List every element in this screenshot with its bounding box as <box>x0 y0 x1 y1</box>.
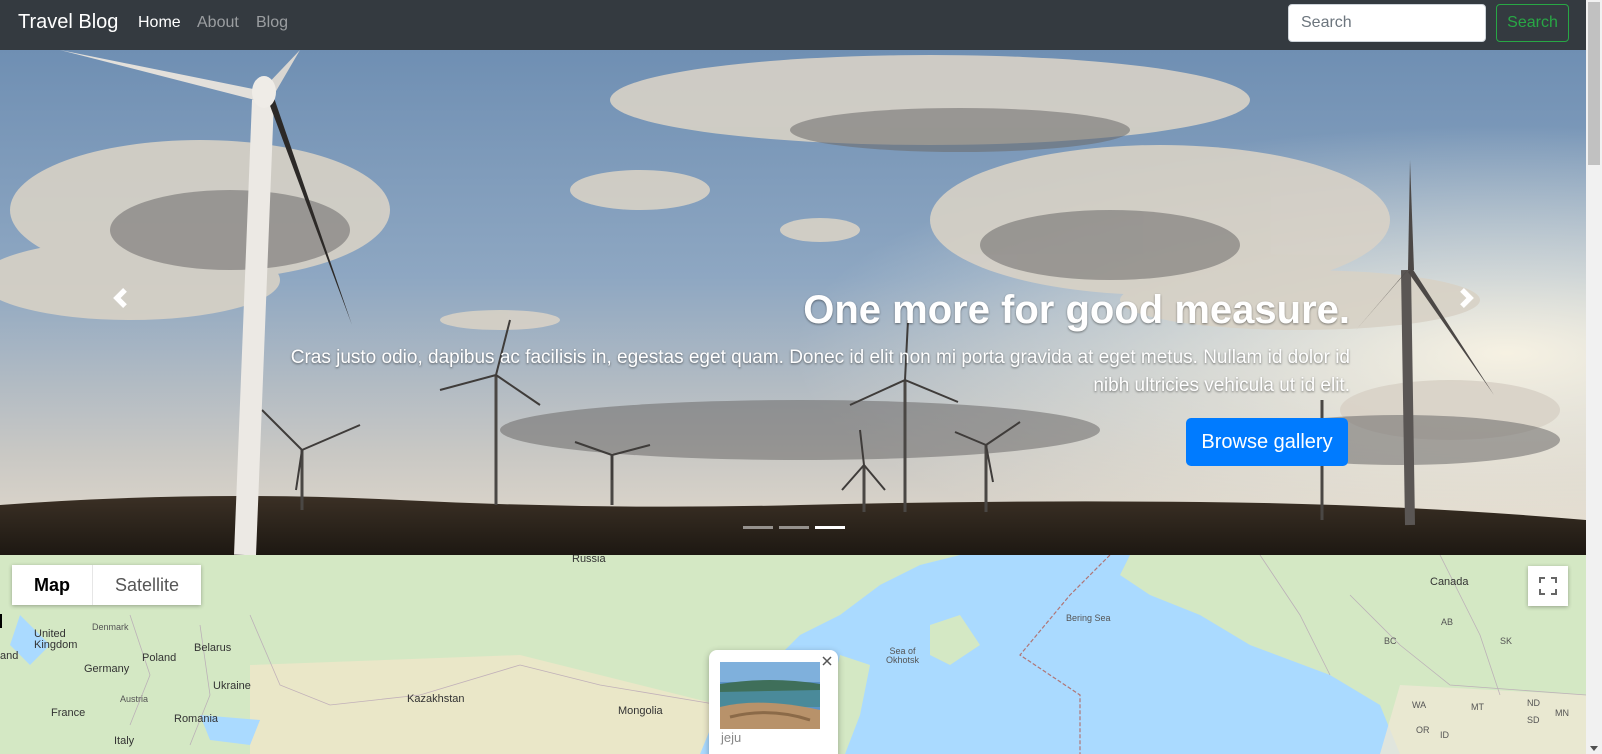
search-button[interactable]: Search <box>1496 4 1569 42</box>
map-label-canada: Canada <box>1430 576 1469 588</box>
map-label-land: and <box>0 650 19 662</box>
carousel-prev-button[interactable] <box>90 270 150 330</box>
hero-carousel: One more for good measure. Cras justo od… <box>0 50 1586 555</box>
search-input[interactable] <box>1288 4 1486 42</box>
map-type-map-button[interactable]: Map <box>12 565 92 605</box>
map-label-mt: MT <box>1471 702 1484 712</box>
fullscreen-icon <box>1539 577 1557 595</box>
map-label-id: ID <box>1440 730 1449 740</box>
map-label-kazakhstan: Kazakhstan <box>407 693 465 705</box>
map-label-belarus: Belarus <box>194 642 232 654</box>
map-type-satellite-button[interactable]: Satellite <box>93 565 201 605</box>
map-label-nd: ND <box>1527 698 1540 708</box>
chevron-left-icon <box>113 288 127 308</box>
nav-link-blog[interactable]: Blog <box>256 14 288 32</box>
map-label-ab: AB <box>1441 617 1454 627</box>
map-label-mn: MN <box>1555 708 1569 718</box>
map-label-russia: Russia <box>572 555 606 565</box>
jeju-thumbnail[interactable] <box>720 662 820 729</box>
close-icon[interactable] <box>822 656 832 666</box>
map-label-or: OR <box>1416 725 1430 735</box>
map-type-control: Map Satellite <box>12 565 202 605</box>
google-map[interactable]: Russia Canada United Kingdom Denmark Pola… <box>0 555 1586 754</box>
info-window-label: jeju <box>721 730 742 745</box>
page-edge-marker <box>0 614 2 628</box>
carousel-caption-text: Cras justo odio, dapibus ac facilisis in… <box>290 347 1350 396</box>
carousel-indicator-1[interactable] <box>743 526 773 529</box>
map-label-poland: Poland <box>142 652 177 664</box>
carousel-indicator-2[interactable] <box>779 526 809 529</box>
page-scrollbar[interactable] <box>1586 0 1602 754</box>
map-label-denmark: Denmark <box>92 622 129 632</box>
map-label-ukraine: Ukraine <box>213 680 251 692</box>
map-label-romania: Romania <box>174 713 219 725</box>
navbar: Travel Blog Home About Blog Search <box>0 0 1586 50</box>
map-label-austria: Austria <box>120 694 149 704</box>
nav-link-about[interactable]: About <box>197 14 239 32</box>
scroll-down-arrow-icon[interactable] <box>1590 746 1598 751</box>
browse-gallery-button[interactable]: Browse gallery <box>1186 418 1348 466</box>
map-label-united-kingdom: United Kingdom <box>34 628 78 651</box>
map-label-bc: BC <box>1384 636 1397 646</box>
carousel-indicator-3[interactable] <box>815 526 845 529</box>
map-fullscreen-button[interactable] <box>1528 566 1568 606</box>
carousel-next-button[interactable] <box>1437 270 1497 330</box>
nav-link-home[interactable]: Home <box>138 14 181 32</box>
carousel-caption-title: One more for good measure. <box>803 288 1350 332</box>
scrollbar-thumb[interactable] <box>1588 2 1600 165</box>
map-label-italy: Italy <box>114 735 135 747</box>
map-label-sd: SD <box>1527 715 1540 725</box>
map-label-bering-sea: Bering Sea <box>1066 613 1111 623</box>
map-label-germany: Germany <box>84 663 130 675</box>
map-label-wa: WA <box>1412 700 1427 710</box>
map-label-sea-of-okhotsk: Sea of Okhotsk <box>886 646 920 665</box>
map-label-sk: SK <box>1500 636 1513 646</box>
map-label-france: France <box>51 707 86 719</box>
map-label-mongolia: Mongolia <box>618 705 663 717</box>
brand-logo[interactable]: Travel Blog <box>18 11 118 34</box>
map-info-window: jeju <box>709 650 838 754</box>
chevron-right-icon <box>1460 288 1474 308</box>
